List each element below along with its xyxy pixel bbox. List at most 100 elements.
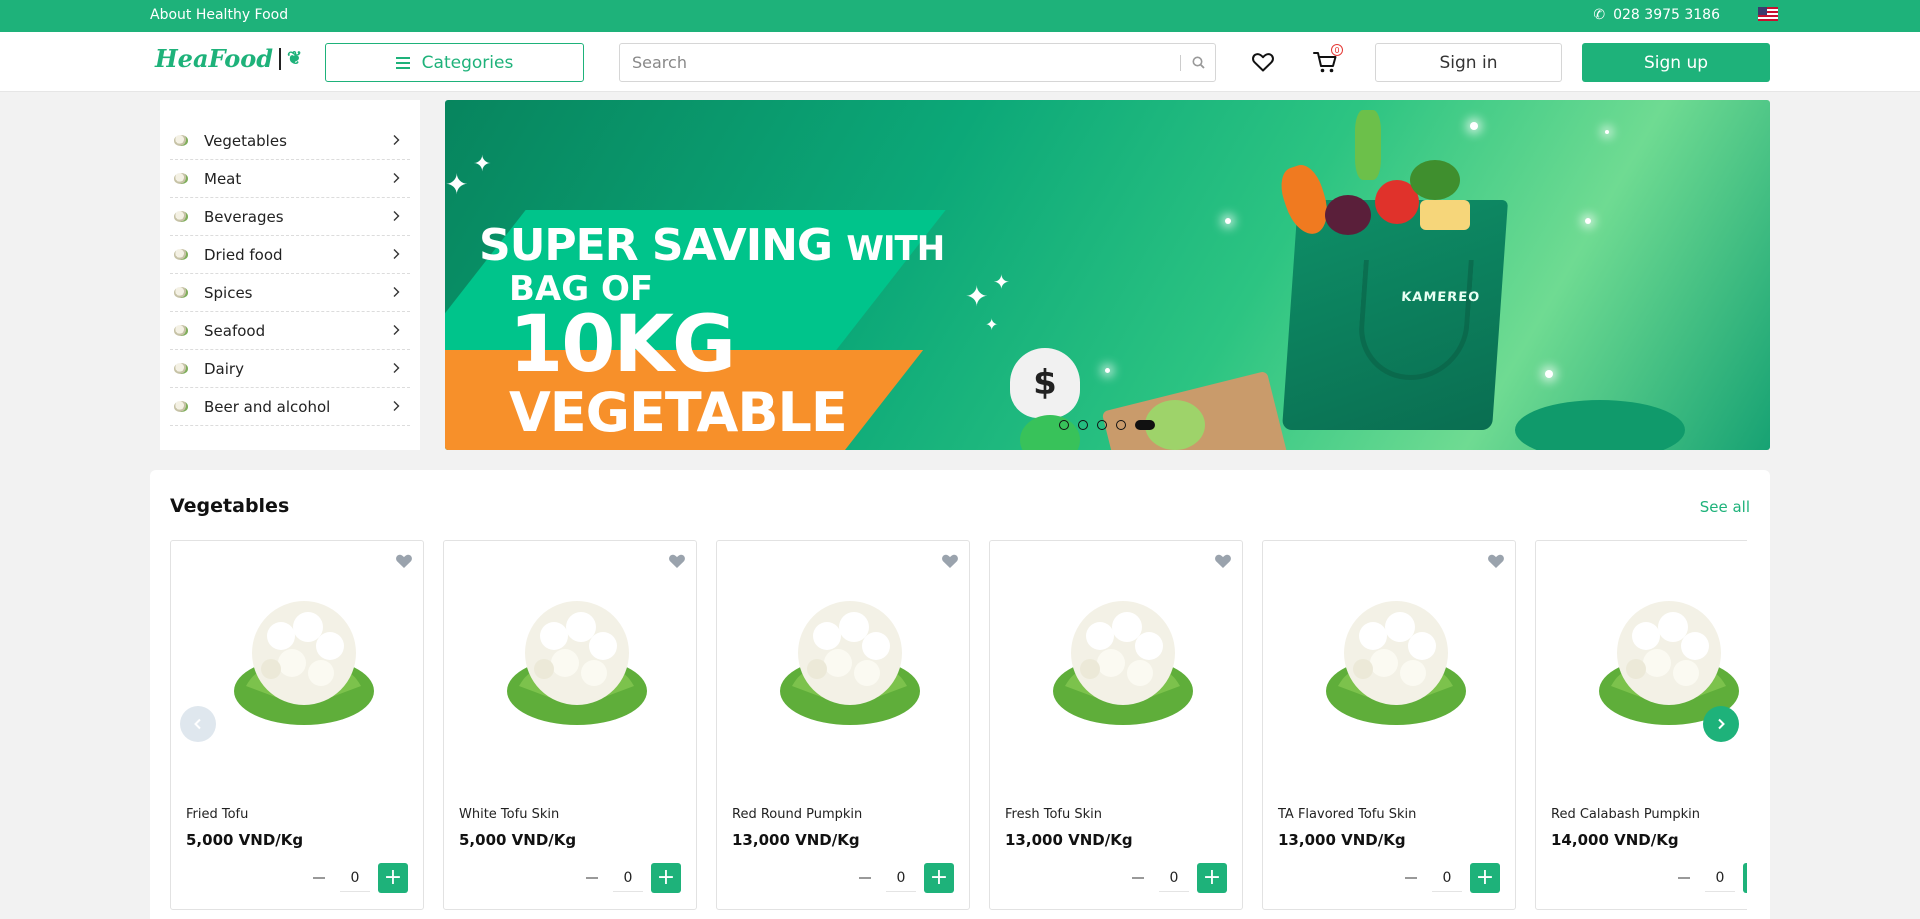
sparkle-icon: ✦ bbox=[965, 280, 989, 313]
product-card[interactable]: TA Flavored Tofu Skin 13,000 VND/Kg + bbox=[1262, 540, 1516, 910]
quantity-stepper: + bbox=[852, 863, 954, 893]
carousel-dot[interactable] bbox=[1097, 420, 1107, 430]
promo-banner[interactable]: ✦ ✦ ✦ ✦ ✦ SUPER SAVING WITH BAG OF 10KG … bbox=[445, 100, 1770, 450]
categories-button[interactable]: Categories bbox=[325, 43, 584, 82]
quantity-input[interactable] bbox=[886, 864, 916, 892]
sidebar-item-meat[interactable]: Meat bbox=[170, 160, 410, 198]
search-icon[interactable] bbox=[1181, 56, 1215, 69]
increase-button[interactable]: + bbox=[378, 863, 408, 893]
cauliflower-icon bbox=[174, 287, 188, 298]
product-card[interactable]: Red Round Pumpkin 13,000 VND/Kg + bbox=[716, 540, 970, 910]
money-bag-icon: $ bbox=[1010, 348, 1080, 418]
glow-dot bbox=[1470, 122, 1478, 130]
cauliflower-icon bbox=[174, 135, 188, 146]
quantity-input[interactable] bbox=[1159, 864, 1189, 892]
carousel-dot[interactable] bbox=[1059, 420, 1069, 430]
categories-label: Categories bbox=[421, 52, 514, 73]
product-card[interactable]: Fresh Tofu Skin 13,000 VND/Kg + bbox=[989, 540, 1243, 910]
quantity-stepper: + bbox=[1671, 863, 1747, 893]
chevron-right-icon bbox=[393, 363, 400, 373]
increase-button[interactable]: + bbox=[1743, 863, 1747, 893]
see-all-link[interactable]: See all bbox=[1700, 498, 1750, 516]
sparkle-icon: ✦ bbox=[993, 270, 1010, 294]
us-flag-icon[interactable] bbox=[1758, 7, 1778, 21]
sign-up-button[interactable]: Sign up bbox=[1582, 43, 1770, 82]
sidebar-item-label: Spices bbox=[204, 283, 253, 302]
decrease-button[interactable] bbox=[1398, 864, 1424, 892]
product-name[interactable]: Fresh Tofu Skin bbox=[1005, 807, 1102, 822]
sparkle-icon: ✦ bbox=[985, 315, 999, 334]
favorite-heart-icon[interactable] bbox=[668, 553, 686, 569]
favorite-heart-icon[interactable] bbox=[395, 553, 413, 569]
decrease-button[interactable] bbox=[1125, 864, 1151, 892]
decrease-button[interactable] bbox=[579, 864, 605, 892]
sidebar-item-dried-food[interactable]: Dried food bbox=[170, 236, 410, 274]
vegetables-section: Vegetables See all Fried Tofu 5,000 VND/… bbox=[150, 470, 1770, 919]
sparkle-icon: ✦ bbox=[445, 168, 469, 201]
search-bar bbox=[619, 43, 1216, 82]
cheese-image bbox=[1420, 200, 1470, 230]
product-price: 5,000 VND/Kg bbox=[459, 831, 577, 849]
decrease-button[interactable] bbox=[1671, 864, 1697, 892]
cauliflower-image bbox=[234, 601, 374, 725]
about-link[interactable]: About Healthy Food bbox=[150, 7, 288, 23]
sidebar-item-vegetables[interactable]: Vegetables bbox=[170, 122, 410, 160]
favorite-heart-icon[interactable] bbox=[941, 553, 959, 569]
sidebar-item-beer-and-alcohol[interactable]: Beer and alcohol bbox=[170, 388, 410, 426]
cauliflower-icon bbox=[174, 211, 188, 222]
product-name[interactable]: Fried Tofu bbox=[186, 807, 248, 822]
sidebar-item-beverages[interactable]: Beverages bbox=[170, 198, 410, 236]
cauliflower-image bbox=[1053, 601, 1193, 725]
increase-button[interactable]: + bbox=[1470, 863, 1500, 893]
product-name[interactable]: Red Calabash Pumpkin bbox=[1551, 807, 1700, 822]
carousel-dot-active[interactable] bbox=[1135, 420, 1155, 430]
sidebar-item-dairy[interactable]: Dairy bbox=[170, 350, 410, 388]
quantity-input[interactable] bbox=[1432, 864, 1462, 892]
quantity-input[interactable] bbox=[340, 864, 370, 892]
search-input[interactable] bbox=[620, 44, 1180, 81]
banner-line-1: SUPER SAVING bbox=[479, 220, 833, 271]
phone-number: 028 3975 3186 bbox=[1613, 7, 1720, 23]
carousel-next-button[interactable] bbox=[1703, 706, 1739, 742]
product-price: 5,000 VND/Kg bbox=[186, 831, 304, 849]
top-bar: About Healthy Food ✆ 028 3975 3186 bbox=[0, 0, 1920, 32]
cauliflower-image bbox=[780, 601, 920, 725]
cauliflower-image bbox=[507, 601, 647, 725]
carousel-dot[interactable] bbox=[1116, 420, 1126, 430]
favorite-heart-icon[interactable] bbox=[1214, 553, 1232, 569]
grapes-image bbox=[1325, 195, 1371, 235]
list-icon bbox=[395, 56, 410, 69]
increase-button[interactable]: + bbox=[1197, 863, 1227, 893]
carousel-prev-button[interactable] bbox=[180, 706, 216, 742]
banner-line-1-small: WITH bbox=[846, 229, 945, 269]
cart-count-badge: 0 bbox=[1331, 44, 1343, 56]
favorite-heart-icon[interactable] bbox=[1487, 553, 1505, 569]
chevron-right-icon bbox=[393, 325, 400, 335]
chevron-right-icon bbox=[393, 401, 400, 411]
glow-dot bbox=[1545, 370, 1553, 378]
product-card[interactable]: White Tofu Skin 5,000 VND/Kg + bbox=[443, 540, 697, 910]
sign-in-button[interactable]: Sign in bbox=[1375, 43, 1562, 82]
wishlist-heart-icon[interactable] bbox=[1251, 50, 1275, 74]
carousel-dot[interactable] bbox=[1078, 420, 1088, 430]
product-carousel: Fried Tofu 5,000 VND/Kg + White Tofu Ski… bbox=[170, 540, 1747, 919]
broccoli-image bbox=[1410, 160, 1460, 200]
cauliflower-icon bbox=[174, 249, 188, 260]
quantity-stepper: + bbox=[1125, 863, 1227, 893]
product-name[interactable]: White Tofu Skin bbox=[459, 807, 559, 822]
decrease-button[interactable] bbox=[306, 864, 332, 892]
quantity-stepper: + bbox=[579, 863, 681, 893]
sidebar-item-spices[interactable]: Spices bbox=[170, 274, 410, 312]
quantity-input[interactable] bbox=[613, 864, 643, 892]
quantity-input[interactable] bbox=[1705, 864, 1735, 892]
logo[interactable]: HeaFood ❦ bbox=[155, 44, 302, 73]
increase-button[interactable]: + bbox=[924, 863, 954, 893]
product-name[interactable]: TA Flavored Tofu Skin bbox=[1278, 807, 1416, 822]
decrease-button[interactable] bbox=[852, 864, 878, 892]
sidebar-item-seafood[interactable]: Seafood bbox=[170, 312, 410, 350]
phone-contact[interactable]: ✆ 028 3975 3186 bbox=[1593, 7, 1720, 23]
leaf-icon: ❦ bbox=[287, 48, 303, 69]
increase-button[interactable]: + bbox=[651, 863, 681, 893]
glow-dot bbox=[1105, 368, 1110, 373]
product-name[interactable]: Red Round Pumpkin bbox=[732, 807, 862, 822]
